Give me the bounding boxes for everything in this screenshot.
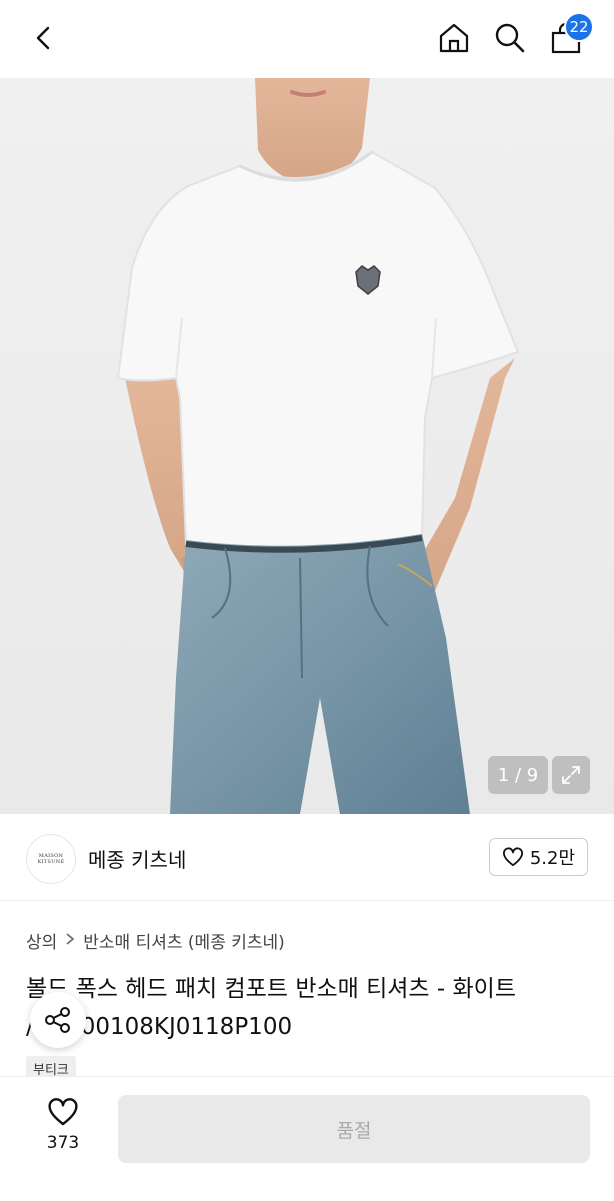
wishlist-count: 373 bbox=[46, 1133, 80, 1153]
product-photo bbox=[116, 78, 520, 814]
product-title-line1: 볼드 폭스 헤드 패치 컴포트 반소매 티셔츠 - 화이트 bbox=[26, 976, 516, 1002]
product-title-line2: / MM00108KJ0118P100 bbox=[26, 1014, 293, 1040]
product-image-gallery[interactable]: 1 / 9 bbox=[0, 78, 614, 814]
sold-out-button[interactable]: 품절 bbox=[118, 1095, 590, 1163]
brand-logo[interactable]: MAISON KITSUNÉ bbox=[26, 834, 76, 884]
home-icon bbox=[439, 23, 469, 53]
search-icon bbox=[495, 23, 525, 53]
heart-icon bbox=[502, 847, 523, 867]
heart-icon bbox=[48, 1098, 78, 1126]
image-counter: 1 / 9 bbox=[488, 756, 548, 794]
brand-like-count: 5.2만 bbox=[529, 848, 575, 869]
cart-button[interactable]: 22 bbox=[542, 12, 594, 62]
bottom-action-bar: 373 품절 bbox=[0, 1076, 614, 1201]
share-icon bbox=[45, 1007, 70, 1033]
search-button[interactable] bbox=[486, 14, 534, 62]
top-nav-bar: 22 bbox=[0, 0, 614, 78]
breadcrumb-item[interactable]: 반소매 티셔츠 (메종 키츠네) bbox=[83, 928, 285, 953]
chevron-right-icon bbox=[65, 932, 75, 950]
cart-count-badge: 22 bbox=[564, 12, 594, 42]
brand-row[interactable]: MAISON KITSUNÉ 메종 키츠네 5.2만 bbox=[0, 814, 614, 901]
chevron-left-icon bbox=[36, 26, 50, 50]
expand-icon bbox=[562, 766, 580, 784]
expand-button[interactable] bbox=[552, 756, 590, 794]
brand-like-button[interactable]: 5.2만 bbox=[488, 838, 588, 876]
breadcrumb-item[interactable]: 상의 bbox=[26, 928, 57, 953]
home-button[interactable] bbox=[430, 14, 478, 62]
product-title: 볼드 폭스 헤드 패치 컴포트 반소매 티셔츠 - 화이트 / MM00108K… bbox=[26, 970, 590, 1046]
share-button[interactable] bbox=[30, 992, 86, 1048]
wishlist-button[interactable]: 373 bbox=[36, 1097, 90, 1153]
breadcrumb: 상의 반소매 티셔츠 (메종 키츠네) bbox=[26, 928, 285, 953]
back-button[interactable] bbox=[20, 14, 68, 62]
brand-name[interactable]: 메종 키츠네 bbox=[88, 844, 186, 873]
